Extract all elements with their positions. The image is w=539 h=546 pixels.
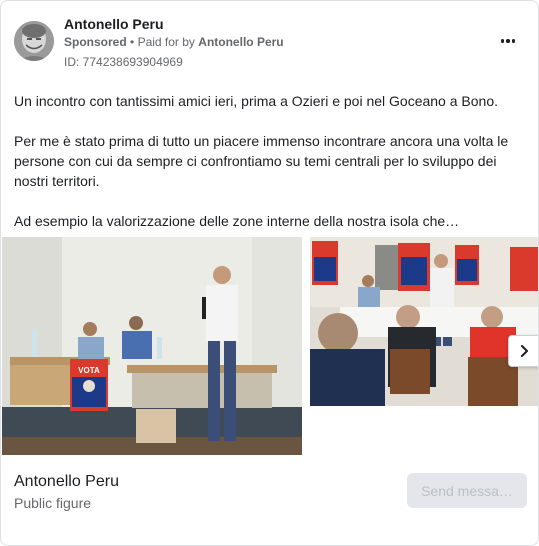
send-message-button[interactable]: Send messa…: [407, 473, 527, 508]
carousel-image-2[interactable]: [310, 237, 538, 406]
more-dot: [506, 39, 510, 43]
image-carousel: VOTA: [1, 237, 538, 455]
more-dot: [511, 39, 516, 43]
paid-for-name: Antonello Peru: [198, 35, 284, 49]
page-category: Public figure: [14, 495, 92, 511]
paid-for-prefix: Paid for by: [137, 35, 195, 49]
meta-separator: •: [130, 35, 135, 49]
page-name[interactable]: Antonello Peru: [14, 473, 119, 491]
more-horizontal-icon: [500, 39, 505, 43]
more-options-button[interactable]: [498, 31, 518, 51]
body-paragraph: Ad esempio la valorizzazione delle zone …: [14, 213, 460, 229]
body-paragraph: Per me è stato prima di tutto un piacere…: [14, 133, 509, 189]
event-photo-ozieri: VOTA: [2, 237, 302, 455]
banner-text: VOTA: [78, 366, 100, 375]
body-paragraph: Un incontro con tantissimi amici ieri, p…: [14, 93, 498, 109]
avatar-image: [14, 21, 54, 61]
event-photo-bono: [310, 237, 538, 406]
library-id: ID: 774238693904969: [64, 55, 183, 69]
ad-body-text: Un incontro con tantissimi amici ieri, p…: [14, 91, 524, 251]
carousel-image-1[interactable]: VOTA: [2, 237, 302, 455]
sponsored-line: Sponsored • Paid for by Antonello Peru: [64, 35, 284, 49]
carousel-next-button[interactable]: [508, 335, 538, 367]
advertiser-name[interactable]: Antonello Peru: [64, 16, 164, 32]
ad-card: Antonello Peru Sponsored • Paid for by A…: [0, 0, 539, 546]
chevron-right-icon: [521, 345, 528, 357]
sponsored-label: Sponsored: [64, 35, 127, 49]
advertiser-avatar[interactable]: [14, 21, 54, 61]
